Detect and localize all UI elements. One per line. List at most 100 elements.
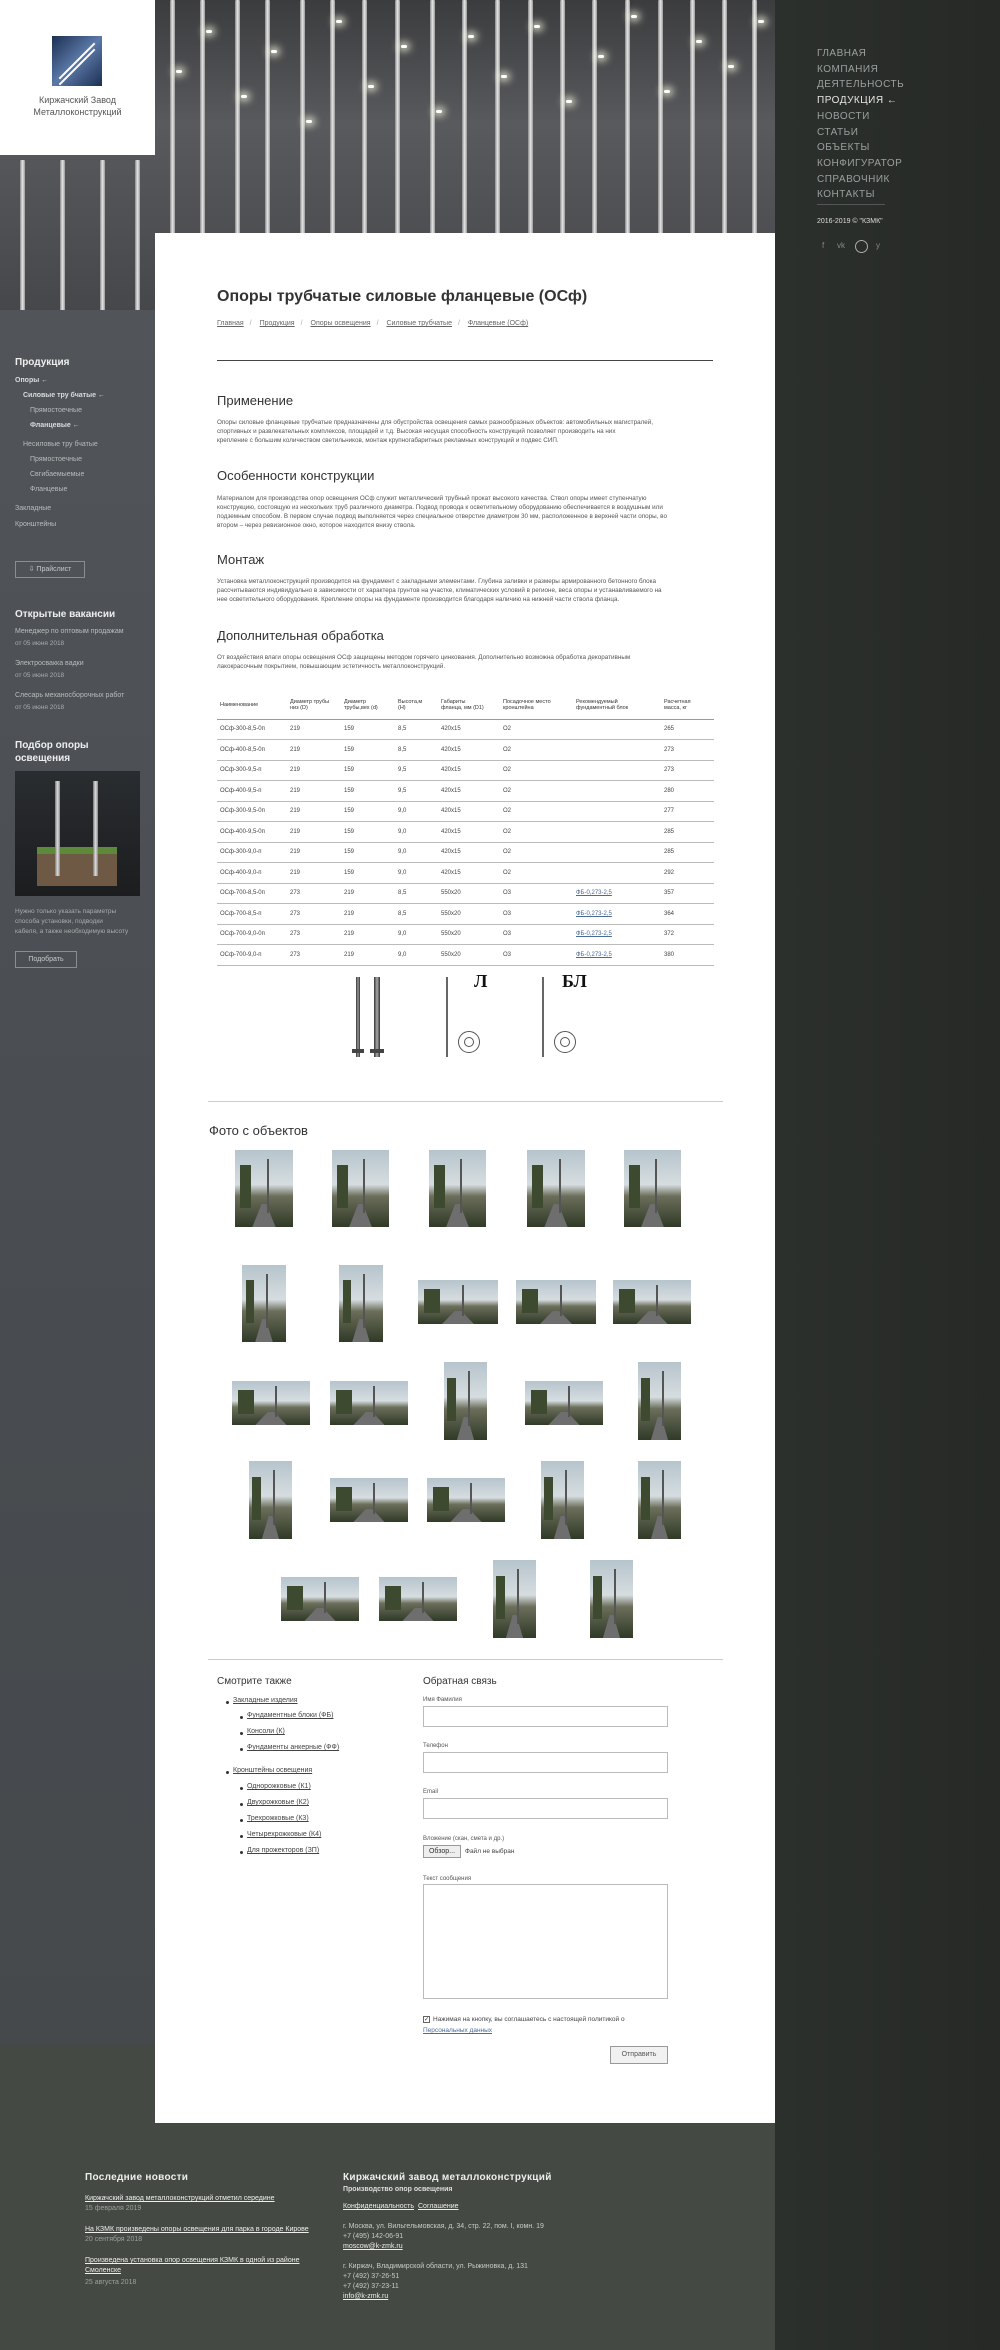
nav-contacts[interactable]: КОНТАКТЫ — [817, 187, 977, 203]
sidebar-item-straight-2[interactable]: Прямостоечные — [30, 456, 82, 463]
sidebar-item-straight[interactable]: Прямостоечные — [30, 407, 82, 414]
foundation-link[interactable]: ФБ-0,273-2,5 — [576, 952, 612, 958]
gallery-photo[interactable] — [527, 1150, 585, 1227]
youtube-icon[interactable]: y — [876, 241, 880, 250]
gallery-photo[interactable] — [332, 1150, 389, 1227]
breadcrumb-flanged[interactable]: Фланцевые (ОСф) — [468, 320, 528, 327]
gallery-photo[interactable] — [281, 1577, 359, 1621]
nav-articles[interactable]: СТАТЬИ — [817, 125, 977, 141]
gallery-photo[interactable] — [379, 1577, 457, 1621]
sidebar-item-nonpower[interactable]: Несиловые тру бчатые — [23, 441, 98, 448]
gallery-photo[interactable] — [444, 1362, 487, 1440]
news-link[interactable]: Смоленске — [85, 2267, 121, 2274]
news-date: 25 августа 2018 — [85, 2279, 137, 2286]
facebook-icon[interactable]: f — [822, 241, 824, 250]
check-circle-icon[interactable] — [855, 240, 868, 253]
see-also-group[interactable]: Закладные изделия — [233, 1697, 298, 1704]
table-cell — [573, 842, 661, 863]
email-input[interactable] — [423, 1798, 668, 1819]
gallery-photo[interactable] — [525, 1381, 603, 1425]
email-kirzhach[interactable]: info@k-zmk.ru — [343, 2293, 388, 2300]
see-also-link[interactable]: Консоли (К) — [247, 1728, 285, 1735]
vk-icon[interactable]: vk — [837, 241, 845, 250]
company-subtitle: Производство опор освещения — [343, 2186, 453, 2193]
pricelist-button[interactable]: ⇩ Прайслист — [15, 561, 85, 578]
breadcrumb-poles[interactable]: Опоры освещения — [311, 320, 371, 327]
gallery-photo[interactable] — [516, 1280, 596, 1324]
file-browse-button[interactable]: Обзор... — [423, 1845, 461, 1858]
see-also-link[interactable]: Двухрожковые (К2) — [247, 1799, 309, 1806]
see-also-link[interactable]: Однорожковые (К1) — [247, 1783, 311, 1790]
nav-news[interactable]: НОВОСТИ — [817, 109, 977, 125]
email-moscow[interactable]: moscow@k-zmk.ru — [343, 2243, 403, 2250]
vacancy-title[interactable]: Электросвакка вадки — [15, 660, 84, 667]
nav-objects[interactable]: ОБЪЕКТЫ — [817, 140, 977, 156]
see-also-link[interactable]: Фундаменты анкерные (ФФ) — [247, 1744, 339, 1751]
sidebar-item-brackets[interactable]: Кронштейны — [15, 521, 56, 528]
vacancy-title[interactable]: Менеджер по оптовым продажам — [15, 628, 124, 635]
nav-configurator[interactable]: КОНФИГУРАТОР — [817, 156, 977, 172]
foundation-link[interactable]: ФБ-0,273-2,5 — [576, 890, 612, 896]
sidebar-item-power-tubular[interactable]: Силовые тру бчатые ← — [23, 392, 105, 399]
gallery-photo[interactable] — [493, 1560, 536, 1638]
nav-company[interactable]: КОМПАНИЯ — [817, 62, 977, 78]
agreement-footer-link[interactable]: Соглашение — [418, 2203, 459, 2210]
nav-activity[interactable]: ДЕЯТЕЛЬНОСТЬ — [817, 77, 977, 93]
sidebar-item-embedded[interactable]: Закладные — [15, 505, 51, 512]
breadcrumb-home[interactable]: Главная — [217, 320, 244, 327]
see-also-link[interactable]: Трехрожковые (К3) — [247, 1815, 309, 1822]
nav-home[interactable]: ГЛАВНАЯ — [817, 46, 977, 62]
submit-button[interactable]: Отправить — [610, 2046, 668, 2064]
name-input[interactable] — [423, 1706, 668, 1727]
foundation-link[interactable]: ФБ-0,273-2,5 — [576, 911, 612, 917]
gallery-photo[interactable] — [339, 1265, 383, 1342]
gallery-photo[interactable] — [613, 1280, 691, 1324]
gallery-photo[interactable] — [249, 1461, 292, 1539]
logo[interactable]: Киржачский Завод Металлоконструкций — [0, 0, 155, 155]
sidebar-item-foldable[interactable]: Свгибаемыемые — [30, 471, 84, 478]
consent-checkbox[interactable]: ✓ — [423, 2016, 430, 2023]
gallery-photo[interactable] — [427, 1478, 505, 1522]
nav-products[interactable]: ПРОДУКЦИЯ ← — [817, 93, 977, 109]
pick-button[interactable]: Подобрать — [15, 951, 77, 968]
sidebar-item-flanged-2[interactable]: Фланцевые — [30, 486, 67, 493]
gallery-photo[interactable] — [418, 1280, 498, 1324]
copyright: 2016-2019 © "КЗМК" — [817, 218, 883, 225]
breadcrumb-power[interactable]: Силовые трубчатые — [386, 320, 452, 327]
news-link[interactable]: Киржачский завод металлоконструкций отме… — [85, 2195, 275, 2202]
gallery-photo[interactable] — [541, 1461, 584, 1539]
table-cell: О2 — [500, 719, 573, 740]
table-cell: 550х20 — [438, 903, 500, 925]
picker-image[interactable] — [15, 771, 140, 896]
gallery-photo[interactable] — [624, 1150, 681, 1227]
gallery-photo[interactable] — [638, 1461, 681, 1539]
news-link[interactable]: На КЗМК произведены опоры освещения для … — [85, 2226, 309, 2233]
gallery-photo[interactable] — [330, 1478, 408, 1522]
table-cell: 159 — [341, 842, 395, 863]
see-also-link[interactable]: Для прожекторов (ЗП) — [247, 1847, 319, 1854]
sidebar-item-poles[interactable]: Опоры ← — [15, 377, 48, 384]
gallery-photo[interactable] — [330, 1381, 408, 1425]
table-cell: 219 — [287, 862, 341, 884]
vacancy-title[interactable]: Слесарь механосборочных работ — [15, 692, 124, 699]
sidebar-item-flanged[interactable]: Фланцевые ← — [30, 422, 80, 429]
privacy-link[interactable]: Персональных данных — [423, 2027, 492, 2034]
breadcrumb-products[interactable]: Продукция — [260, 320, 295, 327]
table-cell: 273 — [287, 883, 341, 904]
news-link[interactable]: Произведена установка опор освещения КЗМ… — [85, 2257, 300, 2264]
message-textarea[interactable] — [423, 1884, 668, 1999]
gallery-photo[interactable] — [429, 1150, 486, 1227]
vacancy-date: от 05 июня 2018 — [15, 704, 65, 711]
see-also-group[interactable]: Кронштейны освещения — [233, 1767, 312, 1774]
phone-input[interactable] — [423, 1752, 668, 1773]
nav-reference[interactable]: СПРАВОЧНИК — [817, 172, 977, 188]
gallery-photo[interactable] — [590, 1560, 633, 1638]
gallery-photo[interactable] — [235, 1150, 293, 1227]
gallery-photo[interactable] — [242, 1265, 286, 1342]
gallery-photo[interactable] — [638, 1362, 681, 1440]
see-also-link[interactable]: Фундаментные блоки (ФБ) — [247, 1712, 333, 1719]
privacy-footer-link[interactable]: Конфиденциальность — [343, 2203, 414, 2210]
see-also-link[interactable]: Четырехрожковые (К4) — [247, 1831, 321, 1838]
gallery-photo[interactable] — [232, 1381, 310, 1425]
foundation-link[interactable]: ФБ-0,273-2,5 — [576, 931, 612, 937]
